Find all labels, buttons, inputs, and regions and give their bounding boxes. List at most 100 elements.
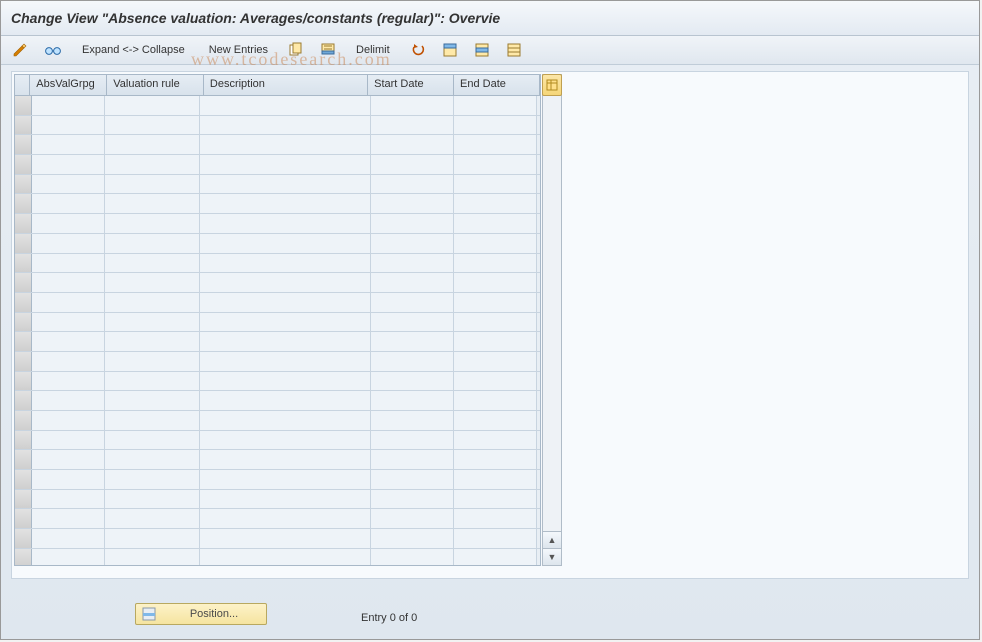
cell-valuation_rule[interactable]	[105, 549, 200, 565]
cell-end_date[interactable]	[454, 155, 537, 174]
cell-absvalgrpg[interactable]	[32, 254, 105, 273]
cell-valuation_rule[interactable]	[105, 372, 200, 391]
cell-description[interactable]	[200, 411, 371, 430]
row-selector[interactable]	[15, 155, 32, 174]
cell-start_date[interactable]	[371, 313, 454, 332]
cell-absvalgrpg[interactable]	[32, 431, 105, 450]
cell-start_date[interactable]	[371, 411, 454, 430]
cell-valuation_rule[interactable]	[105, 175, 200, 194]
cell-end_date[interactable]	[454, 391, 537, 410]
delete-button[interactable]	[315, 39, 341, 61]
cell-description[interactable]	[200, 470, 371, 489]
cell-start_date[interactable]	[371, 96, 454, 115]
cell-absvalgrpg[interactable]	[32, 155, 105, 174]
cell-description[interactable]	[200, 313, 371, 332]
cell-end_date[interactable]	[454, 372, 537, 391]
row-selector[interactable]	[15, 490, 32, 509]
configure-columns-button[interactable]	[542, 74, 562, 96]
cell-valuation_rule[interactable]	[105, 194, 200, 213]
cell-description[interactable]	[200, 273, 371, 292]
cell-description[interactable]	[200, 391, 371, 410]
cell-start_date[interactable]	[371, 175, 454, 194]
cell-absvalgrpg[interactable]	[32, 214, 105, 233]
cell-end_date[interactable]	[454, 549, 537, 565]
cell-absvalgrpg[interactable]	[32, 549, 105, 565]
cell-valuation_rule[interactable]	[105, 332, 200, 351]
cell-description[interactable]	[200, 135, 371, 154]
delimit-button[interactable]: Delimit	[347, 39, 399, 61]
column-header-absvalgrpg[interactable]: AbsValGrpg	[30, 75, 107, 95]
cell-absvalgrpg[interactable]	[32, 96, 105, 115]
row-selector[interactable]	[15, 293, 32, 312]
cell-start_date[interactable]	[371, 155, 454, 174]
undo-button[interactable]	[405, 39, 431, 61]
scroll-down-small-button[interactable]: ▲	[543, 531, 561, 548]
cell-start_date[interactable]	[371, 490, 454, 509]
cell-description[interactable]	[200, 332, 371, 351]
vertical-scrollbar[interactable]: ▲ ▲ ▼	[542, 74, 562, 566]
cell-description[interactable]	[200, 450, 371, 469]
cell-valuation_rule[interactable]	[105, 293, 200, 312]
cell-absvalgrpg[interactable]	[32, 135, 105, 154]
cell-valuation_rule[interactable]	[105, 490, 200, 509]
cell-end_date[interactable]	[454, 254, 537, 273]
row-selector[interactable]	[15, 116, 32, 135]
row-selector[interactable]	[15, 313, 32, 332]
cell-start_date[interactable]	[371, 450, 454, 469]
cell-end_date[interactable]	[454, 529, 537, 548]
cell-absvalgrpg[interactable]	[32, 529, 105, 548]
cell-description[interactable]	[200, 293, 371, 312]
column-header-description[interactable]: Description	[204, 75, 368, 95]
details-button[interactable]	[39, 39, 67, 61]
cell-start_date[interactable]	[371, 194, 454, 213]
cell-start_date[interactable]	[371, 332, 454, 351]
cell-absvalgrpg[interactable]	[32, 391, 105, 410]
scroll-down-button[interactable]: ▼	[543, 548, 561, 565]
row-selector[interactable]	[15, 254, 32, 273]
cell-start_date[interactable]	[371, 214, 454, 233]
cell-start_date[interactable]	[371, 391, 454, 410]
cell-absvalgrpg[interactable]	[32, 175, 105, 194]
cell-absvalgrpg[interactable]	[32, 352, 105, 371]
cell-description[interactable]	[200, 254, 371, 273]
cell-valuation_rule[interactable]	[105, 391, 200, 410]
row-selector[interactable]	[15, 135, 32, 154]
cell-description[interactable]	[200, 96, 371, 115]
cell-start_date[interactable]	[371, 509, 454, 528]
cell-end_date[interactable]	[454, 234, 537, 253]
cell-end_date[interactable]	[454, 332, 537, 351]
column-header-valuation_rule[interactable]: Valuation rule	[107, 75, 204, 95]
row-selector[interactable]	[15, 214, 32, 233]
row-selector[interactable]	[15, 332, 32, 351]
cell-description[interactable]	[200, 490, 371, 509]
cell-absvalgrpg[interactable]	[32, 509, 105, 528]
row-selector[interactable]	[15, 529, 32, 548]
row-selector[interactable]	[15, 549, 32, 565]
cell-valuation_rule[interactable]	[105, 155, 200, 174]
cell-end_date[interactable]	[454, 96, 537, 115]
cell-start_date[interactable]	[371, 273, 454, 292]
cell-start_date[interactable]	[371, 135, 454, 154]
cell-end_date[interactable]	[454, 411, 537, 430]
cell-start_date[interactable]	[371, 352, 454, 371]
cell-absvalgrpg[interactable]	[32, 490, 105, 509]
row-selector[interactable]	[15, 391, 32, 410]
cell-end_date[interactable]	[454, 175, 537, 194]
cell-valuation_rule[interactable]	[105, 509, 200, 528]
cell-start_date[interactable]	[371, 470, 454, 489]
cell-absvalgrpg[interactable]	[32, 450, 105, 469]
toggle-change-display-button[interactable]	[7, 39, 33, 61]
cell-description[interactable]	[200, 155, 371, 174]
cell-valuation_rule[interactable]	[105, 352, 200, 371]
cell-valuation_rule[interactable]	[105, 273, 200, 292]
cell-end_date[interactable]	[454, 116, 537, 135]
cell-absvalgrpg[interactable]	[32, 411, 105, 430]
cell-end_date[interactable]	[454, 194, 537, 213]
cell-description[interactable]	[200, 234, 371, 253]
row-selector[interactable]	[15, 470, 32, 489]
row-selector[interactable]	[15, 431, 32, 450]
select-block-button[interactable]	[469, 39, 495, 61]
cell-absvalgrpg[interactable]	[32, 313, 105, 332]
cell-description[interactable]	[200, 431, 371, 450]
cell-start_date[interactable]	[371, 293, 454, 312]
